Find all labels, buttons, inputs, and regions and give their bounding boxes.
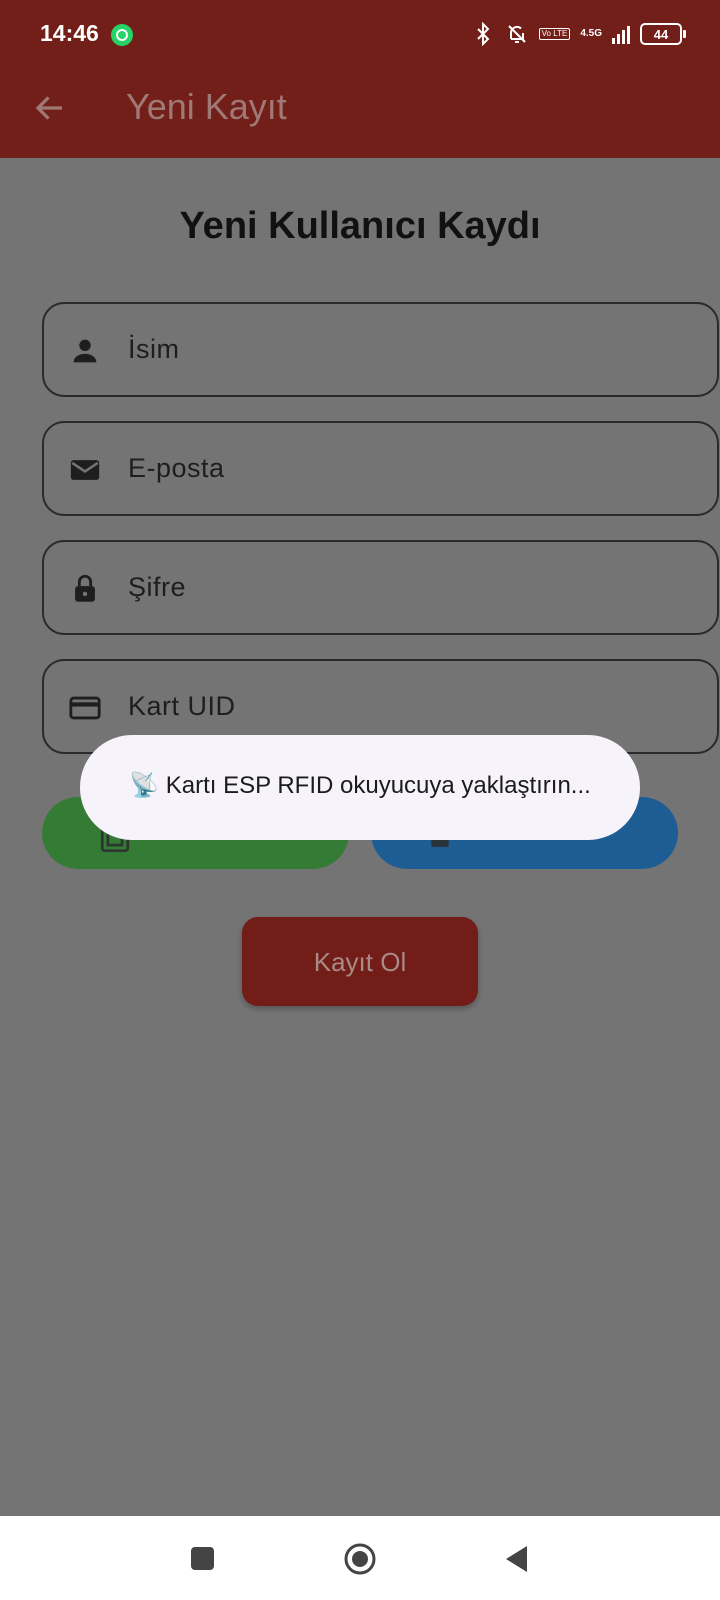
status-icons: Vo LTE 4.5G 44: [471, 20, 686, 48]
lock-icon: [75, 574, 95, 602]
network-type: 4.5G: [580, 28, 602, 39]
password-placeholder: Şifre: [128, 572, 187, 602]
toast-text: 📡 Kartı ESP RFID okuyucuya yaklaştırın..…: [129, 772, 591, 799]
back-triangle-icon[interactable]: [503, 1544, 529, 1574]
volte-badge: Vo LTE: [538, 28, 571, 40]
status-time: 14:46: [40, 20, 99, 46]
arrow-left-icon[interactable]: [32, 90, 68, 126]
person-icon: [73, 339, 97, 363]
form-heading: Yeni Kullanıcı Kaydı: [179, 205, 541, 247]
whatsapp-icon: [111, 24, 133, 46]
mail-icon: [70, 460, 100, 480]
register-button[interactable]: Kayıt Ol: [242, 917, 478, 1006]
home-circle-icon[interactable]: [343, 1542, 377, 1576]
register-button-label: Kayıt Ol: [313, 947, 407, 977]
card-uid-placeholder: Kart UID: [128, 691, 236, 721]
battery-icon: 44: [640, 23, 686, 45]
battery-level: 44: [653, 26, 669, 42]
bluetooth-icon: [476, 22, 490, 46]
bell-off-icon: [507, 25, 526, 43]
signal-icon: [612, 24, 630, 44]
name-placeholder: İsim: [128, 334, 180, 364]
password-field[interactable]: Şifre: [42, 540, 719, 635]
name-field[interactable]: İsim: [42, 302, 719, 397]
page-title: Yeni Kayıt: [126, 86, 287, 127]
credit-card-icon: [69, 696, 101, 720]
recents-square-icon[interactable]: [191, 1547, 214, 1570]
system-nav-bar: [0, 1516, 720, 1600]
app-header: 14:46 Vo LTE 4.5G 44 Yeni Kayıt: [0, 0, 720, 158]
email-placeholder: E-posta: [128, 453, 225, 483]
email-field[interactable]: E-posta: [42, 421, 719, 516]
toast-message: 📡 Kartı ESP RFID okuyucuya yaklaştırın..…: [80, 735, 640, 840]
